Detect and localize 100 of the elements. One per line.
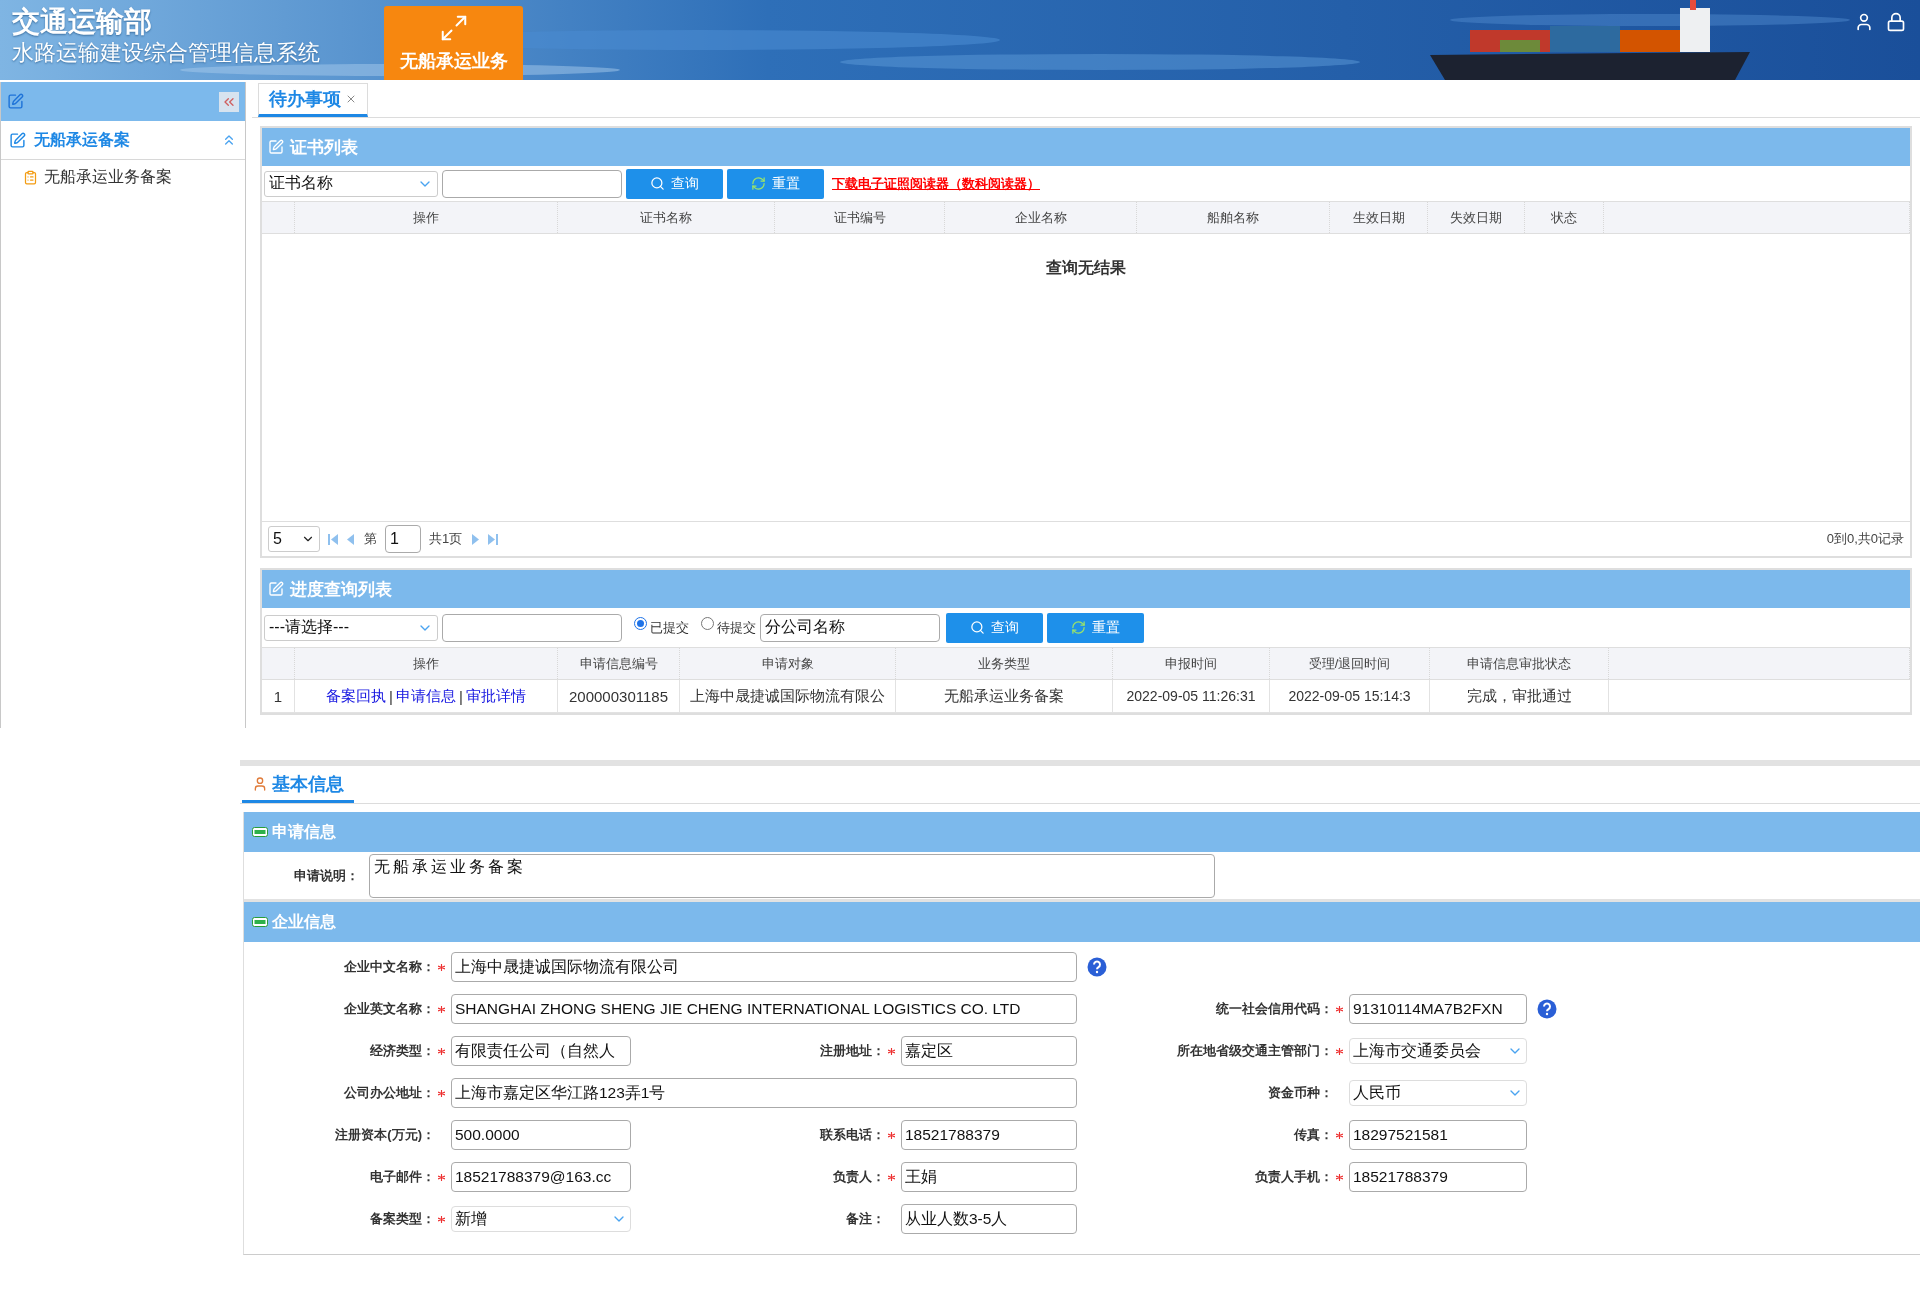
column-header[interactable]: 船舶名称 <box>1137 202 1330 233</box>
input-field[interactable]: 91310114MA7B2FXN <box>1349 994 1527 1024</box>
field-label: 经济类型： <box>370 1042 435 1060</box>
column-header[interactable]: 生效日期 <box>1330 202 1428 233</box>
first-page-icon <box>328 533 338 545</box>
column-header[interactable]: 操作 <box>295 648 558 679</box>
help-icon[interactable] <box>1537 999 1557 1019</box>
table-cell: 1 <box>262 680 295 712</box>
app-subtitle: 水路运输建设综合管理信息系统 <box>12 39 321 67</box>
page-total: 共1页 <box>429 530 463 548</box>
column-header[interactable]: 证书编号 <box>775 202 945 233</box>
radio-button[interactable] <box>701 617 714 630</box>
select-field[interactable]: ---请选择--- <box>264 614 438 641</box>
first-page-button[interactable] <box>328 533 338 545</box>
section-title: 申请信息 <box>272 821 336 842</box>
close-icon[interactable] <box>345 93 357 105</box>
lock-icon[interactable] <box>1886 12 1906 32</box>
input-field[interactable]: 王娟 <box>901 1162 1077 1192</box>
column-header[interactable]: 申请信息审批状态 <box>1430 648 1609 679</box>
tab[interactable]: 待办事项 <box>258 83 368 117</box>
collapse-icon[interactable] <box>252 917 268 927</box>
search-icon <box>650 176 665 191</box>
field-label: 资金币种： <box>1268 1084 1333 1102</box>
action-link[interactable]: 备案回执 <box>326 686 387 706</box>
download-link[interactable]: 下载电子证照阅读器（数科阅读器） <box>832 174 1040 193</box>
radio-label: 待提交 <box>717 618 756 637</box>
input-field[interactable] <box>442 613 622 642</box>
user-icon <box>252 775 268 792</box>
field-label: 传真： <box>1294 1126 1333 1144</box>
select-field[interactable]: 新增 <box>451 1206 631 1232</box>
column-header[interactable]: 申请对象 <box>680 648 896 679</box>
table-cell: 2022-09-05 11:26:31 <box>1113 680 1270 712</box>
prev-page-button[interactable] <box>346 533 356 545</box>
field-label: 备案类型： <box>370 1210 435 1228</box>
column-header[interactable]: 企业名称 <box>945 202 1137 233</box>
next-page-button[interactable] <box>470 533 481 545</box>
panel-title: 证书列表 <box>290 136 358 159</box>
input-field[interactable]: 上海中晟捷诚国际物流有限公司 <box>451 952 1077 982</box>
column-header[interactable]: 状态 <box>1525 202 1604 233</box>
collapse-icon[interactable] <box>252 827 268 837</box>
column-header[interactable]: 业务类型 <box>896 648 1113 679</box>
refresh-icon <box>751 176 766 191</box>
field-label: 备注： <box>846 1210 885 1228</box>
field-label: 统一社会信用代码： <box>1216 1000 1333 1018</box>
input-field[interactable]: 18521788379@163.cc <box>451 1162 631 1192</box>
sidebar-item[interactable]: 无船承运业务备案 <box>1 160 245 194</box>
text-area[interactable]: 无船承运业务备案 <box>369 853 1215 898</box>
search-icon <box>970 620 985 635</box>
select-field[interactable]: 人民币 <box>1349 1080 1527 1106</box>
prev-page-icon <box>346 533 356 545</box>
column-header[interactable]: 失效日期 <box>1428 202 1525 233</box>
input-field[interactable]: SHANGHAI ZHONG SHENG JIE CHENG INTERNATIONAL LOGISTICS CO. LTD <box>451 994 1077 1024</box>
record-summary: 0到0,共0记录 <box>1826 530 1904 548</box>
field-label: 负责人手机： <box>1255 1168 1333 1186</box>
column-header[interactable]: 操作 <box>295 202 558 233</box>
input-field[interactable]: 18297521581 <box>1349 1120 1527 1150</box>
panel-title: 进度查询列表 <box>290 578 392 601</box>
refresh-icon <box>1071 620 1086 635</box>
table-cell: 200000301185 <box>558 680 680 712</box>
user-icon[interactable] <box>1854 12 1874 32</box>
next-page-icon <box>470 533 481 545</box>
action-link[interactable]: 审批详情 <box>465 686 526 706</box>
table-cell: 2022-09-05 15:14:3 <box>1270 680 1430 712</box>
clipboard-icon <box>23 169 38 185</box>
table-cell: 无船承运业务备案 <box>896 680 1113 712</box>
sidebar-group-label: 无船承运备案 <box>34 129 131 150</box>
input-field[interactable]: 嘉定区 <box>901 1036 1077 1066</box>
column-header[interactable]: 证书名称 <box>558 202 775 233</box>
separator: | <box>388 687 394 705</box>
collapse-sidebar-button[interactable] <box>219 91 239 112</box>
input-field[interactable]: 分公司名称 <box>760 613 940 642</box>
table-cell: 上海中晟捷诚国际物流有限公 <box>680 680 896 712</box>
select-field[interactable]: 上海市交通委员会 <box>1349 1038 1527 1064</box>
field-label: 联系电话： <box>820 1126 885 1144</box>
input-field[interactable]: 从业人数3-5人 <box>901 1204 1077 1234</box>
column-header[interactable]: 受理/退回时间 <box>1270 648 1430 679</box>
edit-icon <box>268 581 284 597</box>
column-header[interactable]: 申请信息编号 <box>558 648 680 679</box>
input-field[interactable]: 上海市嘉定区华江路123弄1号 <box>451 1078 1077 1108</box>
input-field[interactable]: 18521788379 <box>1349 1162 1527 1192</box>
last-page-button[interactable] <box>488 533 499 545</box>
help-icon[interactable] <box>1087 957 1107 977</box>
radio-label: 已提交 <box>650 618 689 637</box>
field-label: 公司办公地址： <box>344 1084 435 1102</box>
select-field[interactable]: 证书名称 <box>264 170 438 197</box>
input-field[interactable]: 18521788379 <box>901 1120 1077 1150</box>
page-input[interactable]: 1 <box>385 525 421 553</box>
sidebar-group[interactable]: 无船承运备案 <box>1 121 245 160</box>
field-label: 企业中文名称： <box>344 958 435 976</box>
edit-icon <box>9 131 26 149</box>
action-link[interactable]: 申请信息 <box>396 686 456 706</box>
input-field[interactable]: 有限责任公司（自然人 <box>451 1036 631 1066</box>
input-field[interactable] <box>442 169 622 198</box>
input-field[interactable]: 500.0000 <box>451 1120 631 1150</box>
column-header[interactable]: 申报时间 <box>1113 648 1270 679</box>
radio-button[interactable] <box>634 617 647 630</box>
empty-message: 查询无结果 <box>1046 258 1126 278</box>
tab[interactable]: 基本信息 <box>242 767 354 803</box>
field-label: 企业英文名称： <box>344 1000 435 1018</box>
page-size-select[interactable]: 5 <box>268 526 320 552</box>
